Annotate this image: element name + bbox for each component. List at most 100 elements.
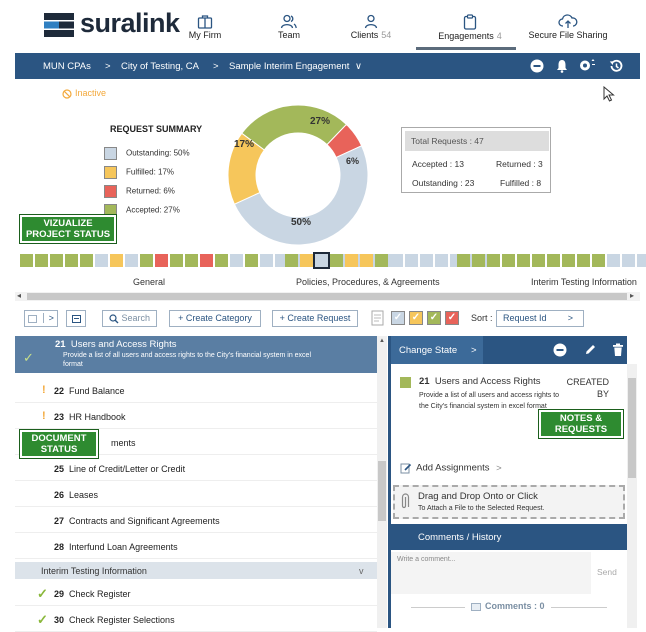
list-item-number: 28 xyxy=(54,542,65,552)
status-segment[interactable] xyxy=(390,254,403,267)
scroll-left-icon[interactable]: ◂ xyxy=(17,291,21,300)
check-icon: ✓ xyxy=(37,586,48,601)
trash-icon[interactable] xyxy=(612,343,624,357)
status-segment[interactable] xyxy=(170,254,183,267)
history-icon[interactable] xyxy=(609,59,624,73)
document-icon[interactable] xyxy=(371,310,385,326)
status-segment[interactable] xyxy=(215,254,228,267)
bell-icon[interactable] xyxy=(556,59,568,73)
status-segment[interactable] xyxy=(607,254,620,267)
add-assignments-button[interactable]: Add Assignments > xyxy=(400,462,502,474)
status-segment[interactable] xyxy=(420,254,433,267)
status-segment[interactable] xyxy=(155,254,168,267)
comments-history-tabs[interactable]: Comments / History xyxy=(391,524,627,550)
chevron-down-icon[interactable]: v xyxy=(359,566,364,576)
comments-count-label: Comments : 0 xyxy=(485,601,545,611)
create-category-button[interactable]: + Create Category xyxy=(169,310,261,327)
status-segment[interactable] xyxy=(285,254,298,267)
breadcrumb-dropdown-icon[interactable]: ∨ xyxy=(355,61,362,72)
breadcrumb-engagement[interactable]: Sample Interim Engagement xyxy=(229,61,349,72)
search-input[interactable]: Search xyxy=(102,310,157,327)
scrollbar-thumb[interactable] xyxy=(27,293,627,300)
breadcrumb-client[interactable]: City of Testing, CA xyxy=(121,61,199,72)
list-item[interactable]: 28 Interfund Loan Agreements xyxy=(15,533,377,559)
category-header-interim[interactable]: Interim Testing Information v xyxy=(15,562,377,579)
collapse-toggle-button[interactable]: > xyxy=(24,310,58,327)
brand-name[interactable]: suralink xyxy=(80,8,180,39)
change-state-button[interactable]: Change State > xyxy=(391,336,483,364)
status-segment[interactable] xyxy=(185,254,198,267)
file-drop-zone[interactable]: Drag and Drop Onto or Click To Attach a … xyxy=(393,485,625,519)
status-segment[interactable] xyxy=(245,254,258,267)
status-segment[interactable] xyxy=(502,254,515,267)
engagement-status[interactable]: Inactive xyxy=(62,88,106,99)
nav-clients[interactable]: Clients 54 xyxy=(348,14,394,40)
breadcrumb-firm[interactable]: MUN CPAs xyxy=(43,61,91,72)
status-segment[interactable] xyxy=(140,254,153,267)
list-item[interactable]: ! 23 HR Handbook xyxy=(15,403,377,429)
list-item-selected[interactable]: ✓ 21 Users and Access Rights Provide a l… xyxy=(15,336,377,373)
sort-select[interactable]: Request Id > xyxy=(496,310,584,327)
scroll-up-icon[interactable]: ▲ xyxy=(379,338,385,344)
status-segment[interactable] xyxy=(435,254,448,267)
sort-label: Sort : xyxy=(471,313,493,323)
status-segment[interactable] xyxy=(592,254,605,267)
status-segment[interactable] xyxy=(20,254,33,267)
nav-engagements[interactable]: Engagements 4 xyxy=(432,14,508,41)
scroll-right-icon[interactable]: ▸ xyxy=(630,291,634,300)
suralink-logo-icon xyxy=(44,13,74,37)
status-segment[interactable] xyxy=(622,254,635,267)
nav-my-firm[interactable]: My Firm xyxy=(186,14,224,40)
status-segment[interactable] xyxy=(532,254,545,267)
scrollbar-thumb[interactable] xyxy=(378,461,386,521)
status-segment[interactable] xyxy=(472,254,485,267)
status-segment[interactable] xyxy=(330,254,343,267)
send-button[interactable]: Send xyxy=(597,567,617,577)
status-segment[interactable] xyxy=(50,254,63,267)
list-item[interactable]: ✓ 30 Check Register Selections xyxy=(15,606,377,632)
status-filter-checkbox[interactable]: ✓ xyxy=(391,311,405,325)
create-request-button[interactable]: + Create Request xyxy=(272,310,358,327)
status-segment[interactable] xyxy=(230,254,243,267)
status-segment[interactable] xyxy=(125,254,138,267)
nav-team[interactable]: Team xyxy=(274,14,304,40)
status-segment[interactable] xyxy=(80,254,93,267)
status-segment[interactable] xyxy=(200,254,213,267)
status-segment[interactable] xyxy=(577,254,590,267)
edit-icon[interactable] xyxy=(584,343,597,356)
detail-scrollbar[interactable] xyxy=(627,364,637,628)
status-segment[interactable] xyxy=(487,254,500,267)
scrollbar-thumb[interactable] xyxy=(628,378,636,478)
list-scrollbar[interactable]: ▲ xyxy=(377,336,387,628)
collapse-all-button[interactable] xyxy=(66,310,86,327)
comment-input[interactable]: Write a comment... xyxy=(391,552,591,594)
status-segment[interactable] xyxy=(405,254,418,267)
horizontal-scrollbar[interactable]: ◂ ▸ xyxy=(15,291,640,301)
status-filter-checkbox[interactable]: ✓ xyxy=(427,311,441,325)
status-segment[interactable] xyxy=(260,254,273,267)
nav-secure-file-sharing[interactable]: Secure File Sharing xyxy=(526,14,610,40)
status-segment[interactable] xyxy=(637,254,646,267)
status-segment[interactable] xyxy=(517,254,530,267)
status-segment[interactable] xyxy=(375,254,388,267)
status-filter-checkbox[interactable]: ✓ xyxy=(409,311,423,325)
settings-gear-icon[interactable] xyxy=(578,58,598,73)
status-segment[interactable] xyxy=(65,254,78,267)
list-item[interactable]: ! 22 Fund Balance xyxy=(15,377,377,403)
more-options-icon[interactable] xyxy=(553,343,567,357)
status-segment[interactable] xyxy=(457,254,470,267)
status-segment[interactable] xyxy=(562,254,575,267)
status-segment[interactable] xyxy=(360,254,373,267)
list-item[interactable]: 27 Contracts and Significant Agreements xyxy=(15,507,377,533)
status-segment[interactable] xyxy=(35,254,48,267)
status-segment[interactable] xyxy=(313,252,330,269)
status-segment[interactable] xyxy=(300,254,313,267)
status-segment[interactable] xyxy=(95,254,108,267)
status-filter-checkbox[interactable]: ✓ xyxy=(445,311,459,325)
more-options-icon[interactable] xyxy=(530,59,544,73)
list-item[interactable]: ✓ 29 Check Register xyxy=(15,580,377,606)
status-segment[interactable] xyxy=(345,254,358,267)
list-item[interactable]: 26 Leases xyxy=(15,481,377,507)
status-segment[interactable] xyxy=(547,254,560,267)
status-segment[interactable] xyxy=(110,254,123,267)
